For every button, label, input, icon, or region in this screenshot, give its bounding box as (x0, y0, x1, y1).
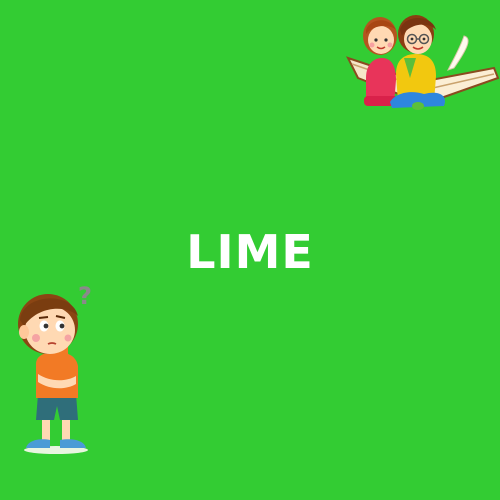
children-reading-book-illustration (344, 8, 500, 112)
svg-text:?: ? (78, 282, 92, 310)
color-flashcard: LIME ? (0, 0, 500, 500)
thinking-boy-illustration: ? (10, 278, 94, 460)
color-name-label: LIME (186, 225, 314, 279)
